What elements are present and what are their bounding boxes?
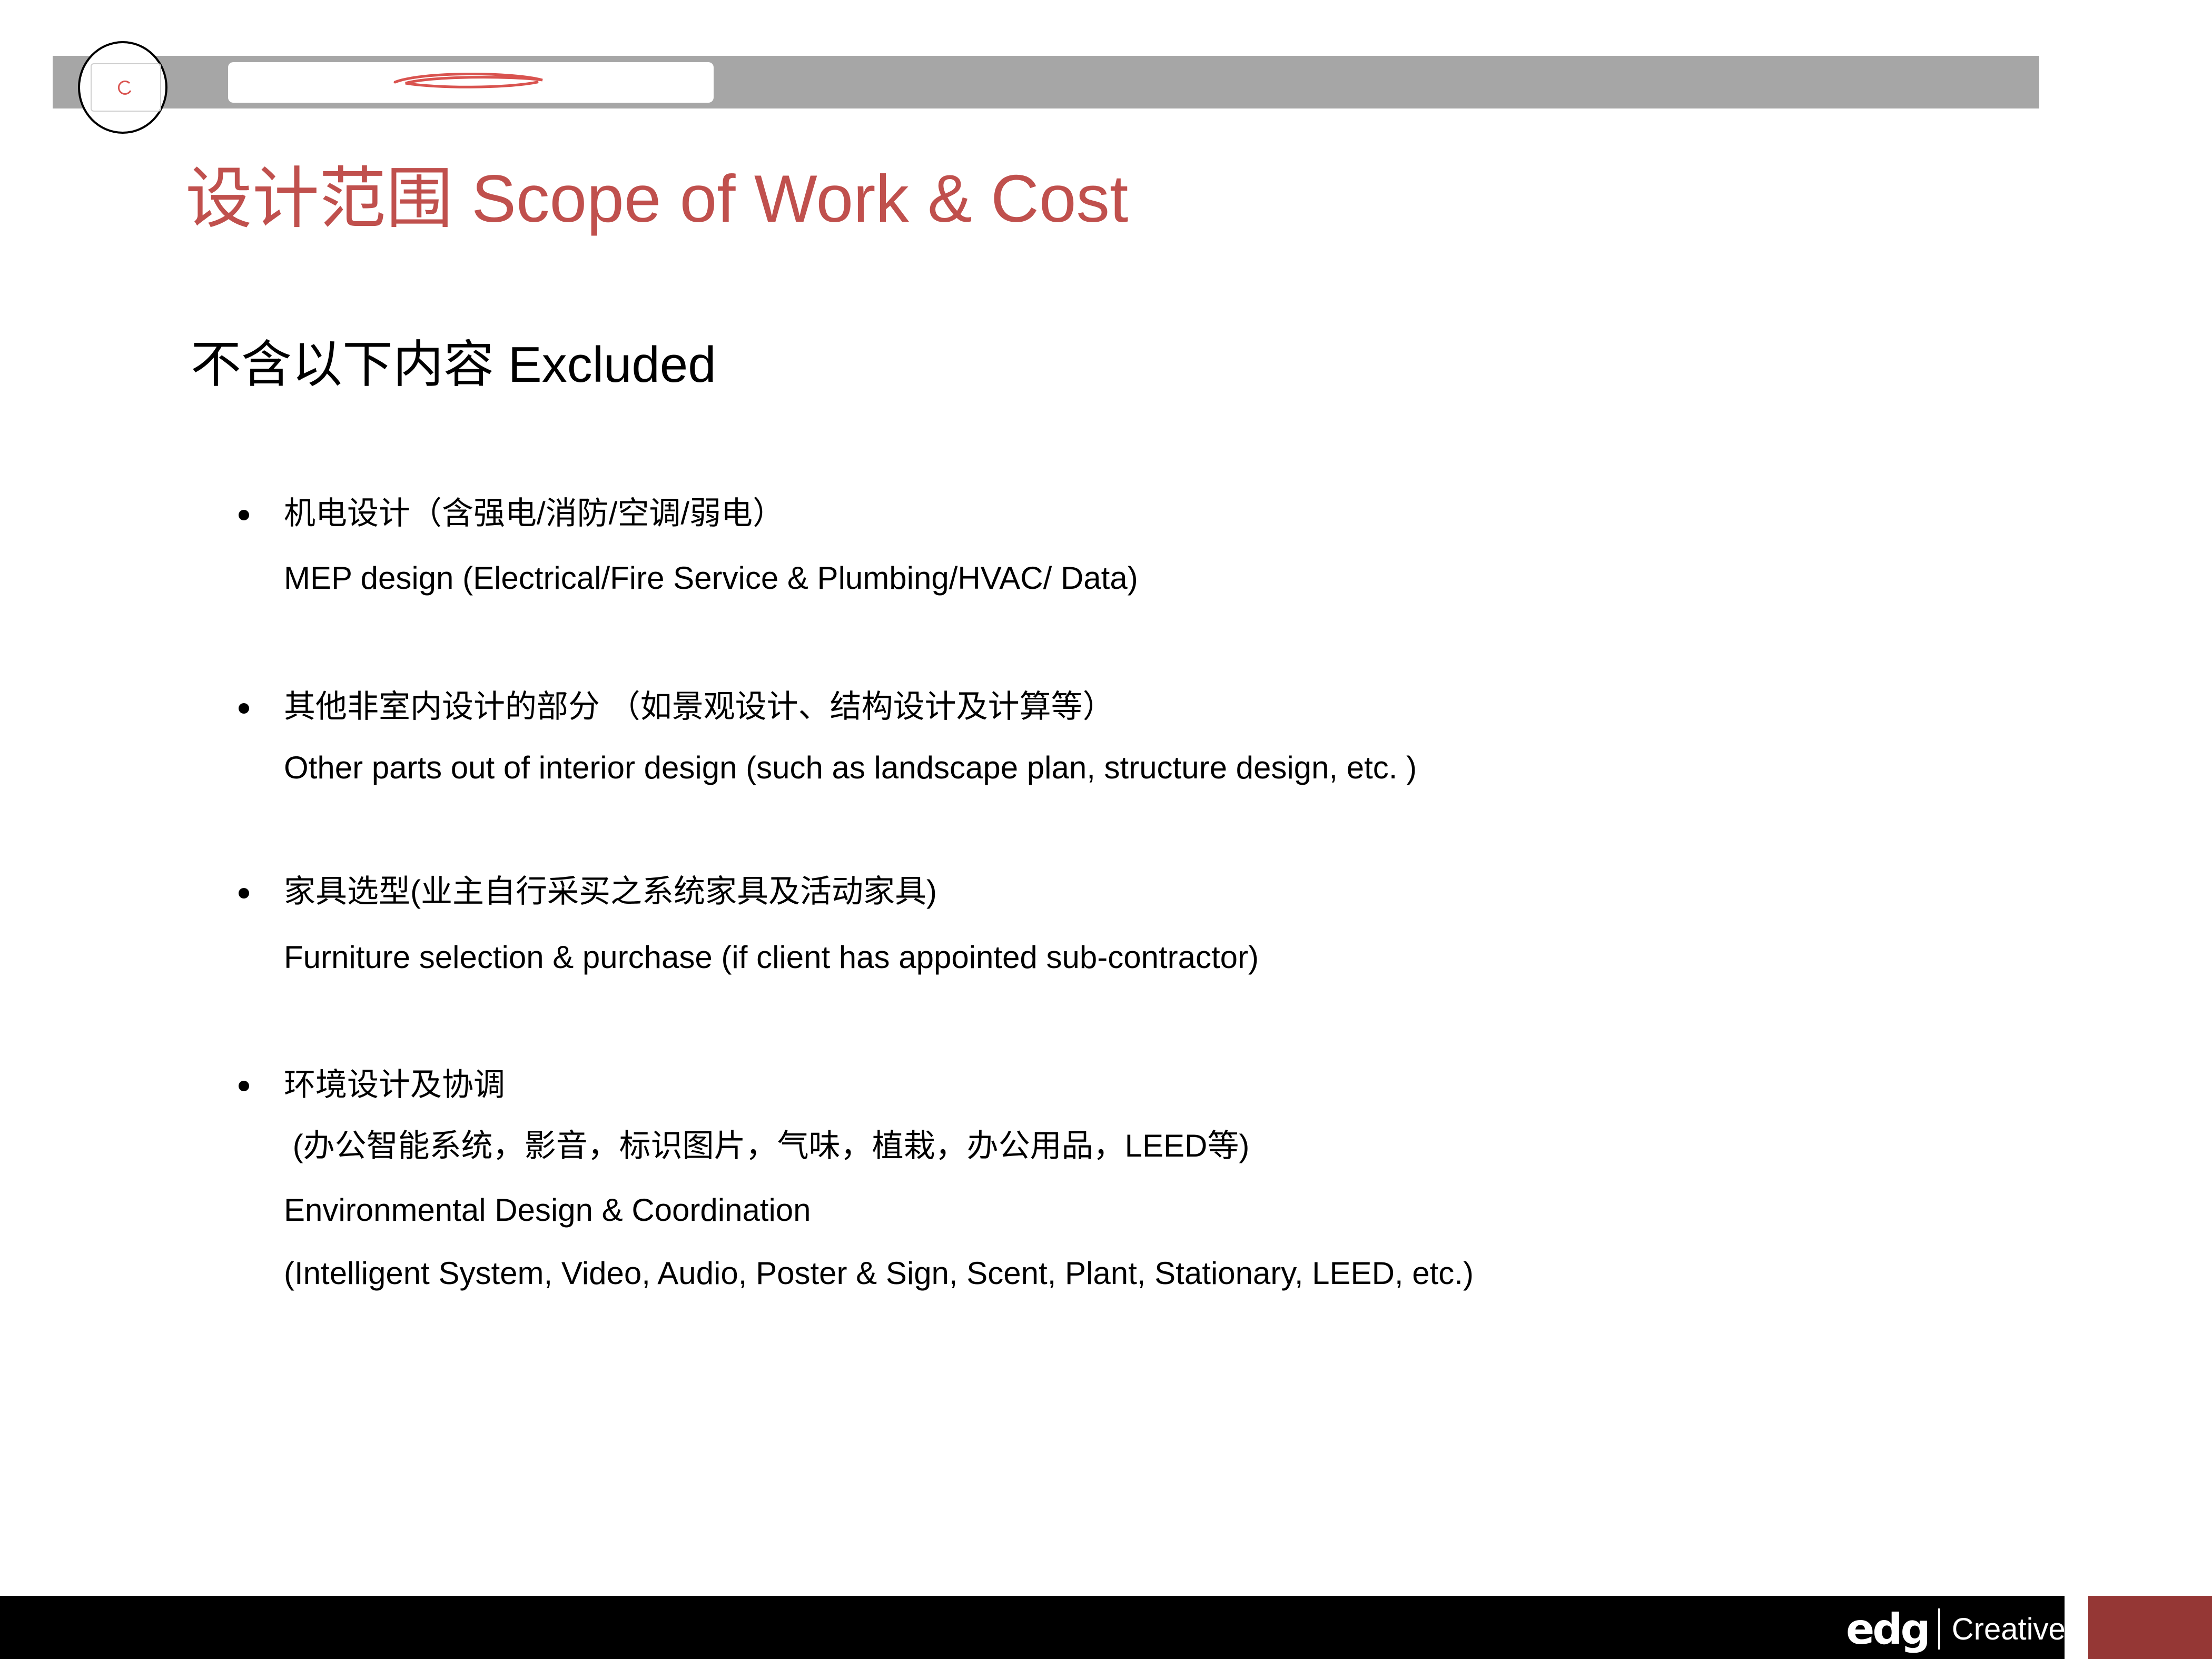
logo-divider: [1938, 1608, 1940, 1650]
item-line: Furniture selection & purchase (if clien…: [284, 940, 1259, 975]
footer-accent-block: [2088, 1596, 2212, 1659]
item-line: MEP design (Electrical/Fire Service & Pl…: [284, 560, 1138, 596]
bullet-icon: [239, 510, 249, 520]
logo-mark-icon: [117, 80, 132, 95]
section-heading: 不含以下内容 Excluded: [191, 337, 716, 393]
item-line: (办公智能系统，影音，标识图片，气味，植栽，办公用品，LEED等): [284, 1128, 1250, 1163]
edg-logo-mark: edg: [1846, 1604, 1931, 1654]
item-line: (Intelligent System, Video, Audio, Poste…: [284, 1256, 1474, 1291]
item-line: Environmental Design & Coordination: [284, 1192, 811, 1228]
item-line: 环境设计及协调: [284, 1067, 505, 1102]
company-logo-circle: [78, 41, 167, 134]
bullet-icon: [239, 1081, 249, 1091]
logo-name: Creatives: [1951, 1612, 2081, 1646]
bullet-icon: [239, 888, 249, 898]
page-title: 设计范围 Scope of Work & Cost: [185, 161, 1129, 236]
swoosh-logo-icon: [393, 72, 543, 88]
footer-logo: edg Creatives: [1846, 1604, 2081, 1654]
item-line: 其他非室内设计的部分 （如景观设计、结构设计及计算等）: [284, 689, 1114, 724]
item-line: 家具选型(业主自行采买之系统家具及活动家具): [284, 874, 937, 909]
item-line: Other parts out of interior design (such…: [284, 750, 1417, 785]
item-line: 机电设计（含强电/消防/空调/弱电）: [284, 496, 785, 531]
footer-bar: [0, 1596, 2065, 1659]
bullet-icon: [239, 703, 249, 714]
